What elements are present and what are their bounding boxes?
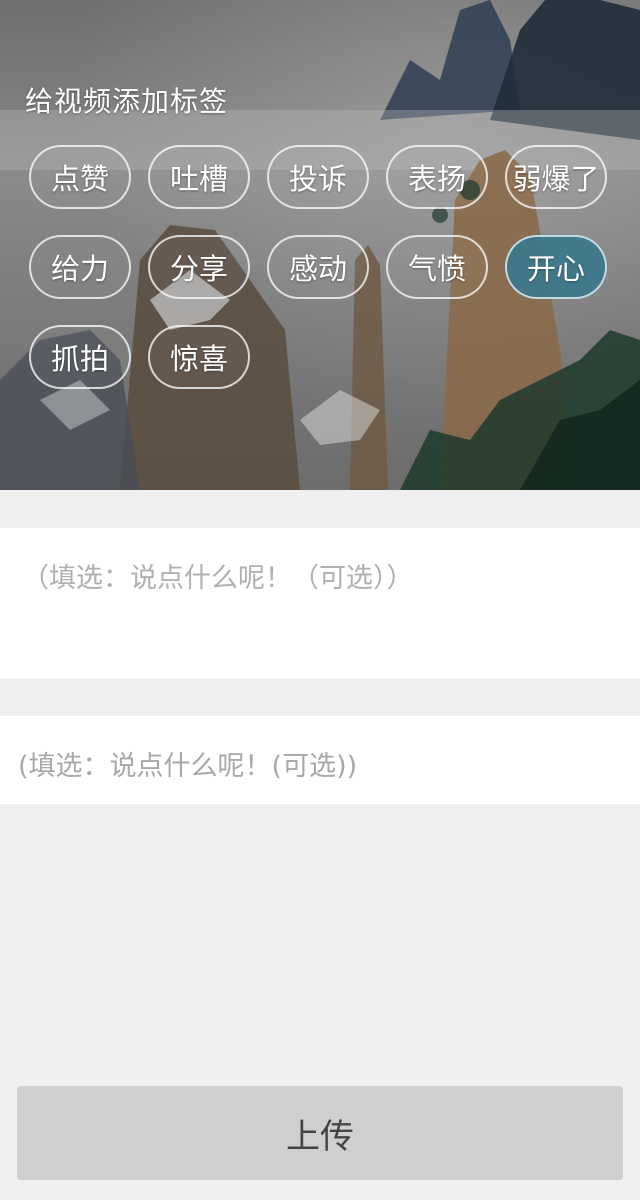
- tag-snapshot[interactable]: 抓拍: [29, 325, 131, 389]
- page-title: 给视频添加标签: [25, 85, 229, 118]
- tag-happy[interactable]: 开心: [505, 235, 607, 299]
- comment-textarea[interactable]: （填选：说点什么呢！（可选））: [0, 528, 640, 678]
- tag-row: 给力 分享 感动 气愤 开心: [29, 235, 640, 301]
- tag-roast[interactable]: 吐槽: [148, 145, 250, 209]
- tag-praise[interactable]: 表扬: [386, 145, 488, 209]
- tag-surprise[interactable]: 惊喜: [148, 325, 250, 389]
- tag-awesome[interactable]: 给力: [29, 235, 131, 299]
- tag-row: 点赞 吐槽 投诉 表扬 弱爆了: [29, 145, 640, 211]
- upload-button[interactable]: 上传: [17, 1086, 623, 1180]
- tag-complain[interactable]: 投诉: [267, 145, 369, 209]
- tag-list: 点赞 吐槽 投诉 表扬 弱爆了 给力 分享 感动 气愤 开心 抓拍 惊喜: [29, 145, 640, 415]
- tag-row: 抓拍 惊喜: [29, 325, 640, 391]
- comment-input[interactable]: (填选：说点什么呢！(可选)): [0, 716, 640, 804]
- comment-placeholder: （填选：说点什么呢！（可选））: [22, 563, 414, 594]
- comment-input-placeholder: (填选：说点什么呢！(可选)): [18, 751, 358, 782]
- tag-share[interactable]: 分享: [148, 235, 250, 299]
- tag-like[interactable]: 点赞: [29, 145, 131, 209]
- tag-weak[interactable]: 弱爆了: [505, 145, 607, 209]
- hero-banner: 给视频添加标签 点赞 吐槽 投诉 表扬 弱爆了 给力 分享 感动 气愤 开心 抓…: [0, 0, 640, 490]
- tag-touched[interactable]: 感动: [267, 235, 369, 299]
- tag-angry[interactable]: 气愤: [386, 235, 488, 299]
